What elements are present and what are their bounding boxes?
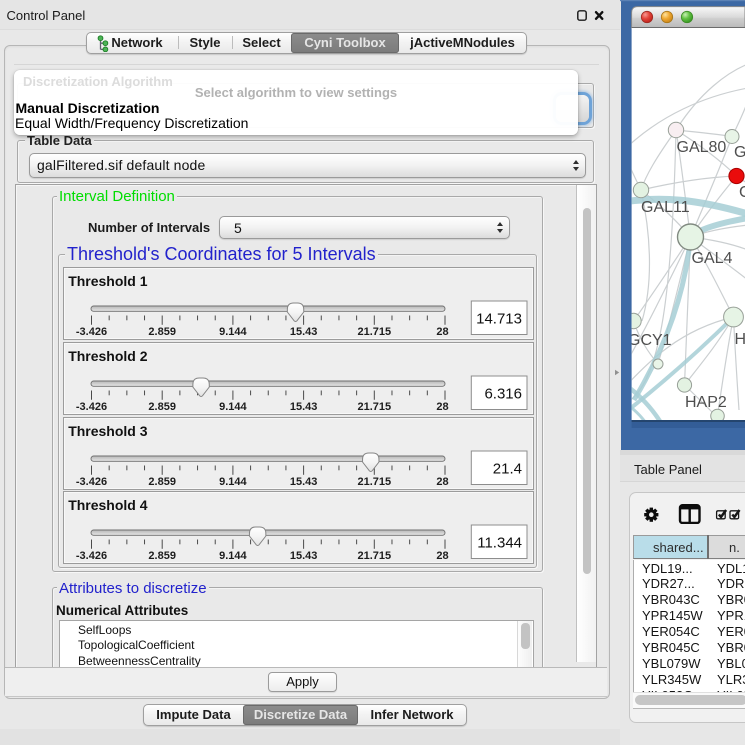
svg-text:Threshold 2: Threshold 2	[68, 348, 148, 364]
svg-text:15.43: 15.43	[290, 401, 318, 413]
svg-text:6.316: 6.316	[484, 385, 522, 402]
svg-text:15.43: 15.43	[290, 550, 318, 562]
svg-text:21.715: 21.715	[357, 401, 391, 413]
svg-text:GCY1: GCY1	[628, 332, 672, 349]
svg-text:21.715: 21.715	[357, 550, 391, 562]
svg-text:-3.426: -3.426	[76, 550, 107, 562]
svg-text:Threshold 4: Threshold 4	[68, 498, 148, 514]
svg-text:28: 28	[436, 401, 448, 413]
svg-text:G.: G.	[734, 144, 745, 161]
svg-text:Threshold 3: Threshold 3	[68, 423, 148, 439]
svg-text:-3.426: -3.426	[76, 326, 107, 338]
svg-text:15.43: 15.43	[290, 476, 318, 488]
svg-text:2.859: 2.859	[148, 326, 176, 338]
svg-text:28: 28	[436, 326, 448, 338]
svg-text:H: H	[735, 331, 745, 348]
svg-text:-3.426: -3.426	[76, 476, 107, 488]
svg-text:GAL80: GAL80	[677, 139, 727, 156]
svg-text:GAL11: GAL11	[641, 199, 690, 216]
svg-text:21.4: 21.4	[493, 460, 522, 477]
svg-text:-3.426: -3.426	[76, 401, 107, 413]
svg-text:Threshold 1: Threshold 1	[68, 273, 148, 289]
svg-text:GAL4: GAL4	[692, 250, 733, 267]
svg-text:11.344: 11.344	[477, 535, 522, 552]
svg-text:HAP2: HAP2	[685, 394, 727, 411]
svg-text:2.859: 2.859	[148, 550, 176, 562]
svg-text:2.859: 2.859	[148, 476, 176, 488]
svg-text:28: 28	[436, 476, 448, 488]
svg-text:2.859: 2.859	[148, 401, 176, 413]
svg-text:15.43: 15.43	[290, 326, 318, 338]
svg-text:9.144: 9.144	[219, 476, 247, 488]
svg-text:28: 28	[436, 550, 448, 562]
svg-text:14.713: 14.713	[476, 311, 522, 328]
svg-text:9.144: 9.144	[219, 550, 247, 562]
svg-text:9.144: 9.144	[219, 326, 247, 338]
svg-text:C: C	[739, 184, 745, 201]
svg-text:9.144: 9.144	[219, 401, 247, 413]
svg-text:21.715: 21.715	[357, 326, 391, 338]
svg-text:21.715: 21.715	[357, 476, 391, 488]
